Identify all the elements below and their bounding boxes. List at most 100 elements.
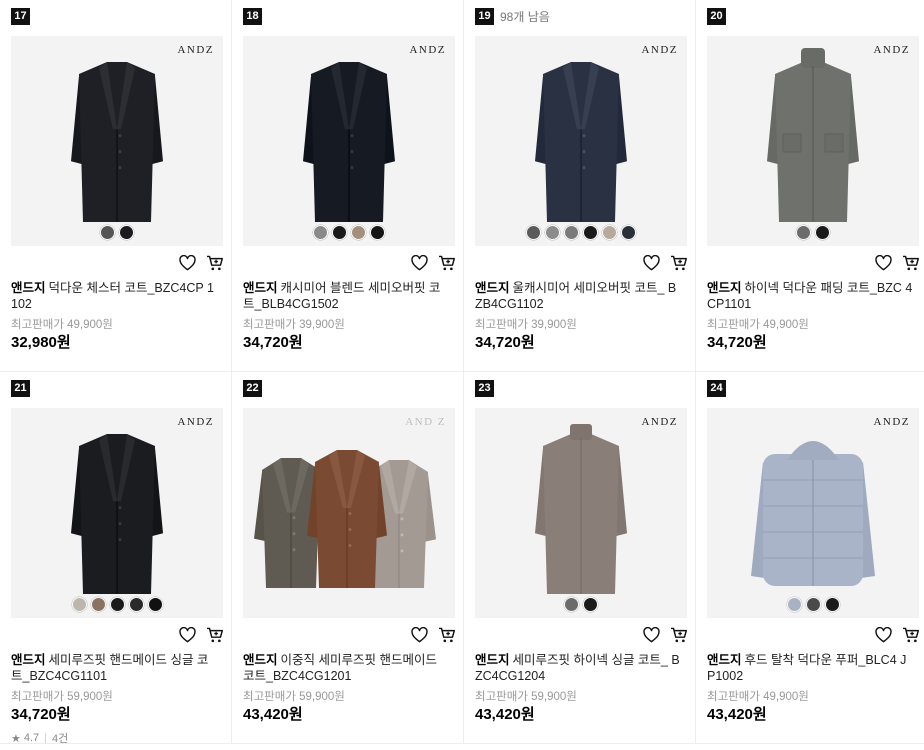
product-card[interactable]: 22 AND Z 앤드지 이중직 세미루즈핏 핸드메이드 코트_BZC4CG120… xyxy=(232,372,464,744)
rating-divider: | xyxy=(44,732,48,744)
color-swatch[interactable] xyxy=(332,225,347,240)
product-card[interactable]: 21 ANDZ 앤드지 세미루즈핏 핸드메이드 싱글 코트_BZC4CG1101 … xyxy=(0,372,232,746)
color-swatch[interactable] xyxy=(147,597,163,612)
color-swatch[interactable] xyxy=(583,225,598,240)
card-actions xyxy=(875,255,920,271)
heart-icon[interactable] xyxy=(411,255,428,271)
color-swatch[interactable] xyxy=(526,225,541,240)
original-price: 최고판매가 49,900원 xyxy=(707,691,809,703)
product-title[interactable]: 앤드지 후드 탈착 덕다운 푸퍼_BLC4 JP1002 xyxy=(707,652,913,684)
color-swatch[interactable] xyxy=(119,225,134,240)
product-title[interactable]: 앤드지 세미루즈핏 핸드메이드 싱글 코트_BZC4CG1101 xyxy=(11,652,217,684)
color-swatch[interactable] xyxy=(583,597,598,612)
heart-icon[interactable] xyxy=(875,255,892,271)
cart-icon[interactable] xyxy=(902,627,920,643)
coat-illustration xyxy=(71,434,163,594)
product-card[interactable]: 23 ANDZ 앤드지 세미루즈핏 하이넥 싱글 코트_ BZC4CG1204 최… xyxy=(464,372,696,744)
color-swatch[interactable] xyxy=(90,597,106,612)
product-card[interactable]: 24 ANDZ 앤드지 후드 탈착 덕다운 푸퍼_BLC4 JP1002 최고판매… xyxy=(696,372,924,744)
product-card[interactable]: 18 ANDZ 앤드지 캐시미어 블렌드 세미오버핏 코트_BLB4CG1502 … xyxy=(232,0,464,372)
color-swatch[interactable] xyxy=(100,225,115,240)
cart-icon[interactable] xyxy=(438,255,456,271)
product-image[interactable]: AND Z xyxy=(243,408,455,618)
cart-icon[interactable] xyxy=(670,627,688,643)
product-card[interactable]: 19 98개 남음 ANDZ 앤드지 울캐시미어 세미오버핏 코트_ BZB4CG… xyxy=(464,0,696,372)
heart-icon[interactable] xyxy=(643,627,660,643)
color-swatch[interactable] xyxy=(564,597,579,612)
color-swatches xyxy=(707,225,919,240)
color-swatch[interactable] xyxy=(815,225,830,240)
color-swatch[interactable] xyxy=(71,597,87,612)
coat-illustration xyxy=(767,48,859,222)
color-swatch[interactable] xyxy=(351,225,366,240)
sale-price: 32,980원 xyxy=(11,334,71,351)
color-swatch[interactable] xyxy=(564,225,579,240)
product-image[interactable]: ANDZ xyxy=(707,36,919,246)
rating: ★ 4.7 | 4건 xyxy=(11,730,68,746)
cart-icon[interactable] xyxy=(206,627,224,643)
rank-row: 17 xyxy=(11,7,30,25)
product-title[interactable]: 앤드지 덕다운 체스터 코트_BZC4CP 1102 xyxy=(11,280,217,312)
brand-name: 앤드지 xyxy=(707,653,742,667)
color-swatch[interactable] xyxy=(786,597,802,612)
product-image[interactable]: ANDZ xyxy=(475,36,687,246)
product-title[interactable]: 앤드지 세미루즈핏 하이넥 싱글 코트_ BZC4CG1204 xyxy=(475,652,681,684)
rank-row: 20 xyxy=(707,7,726,25)
heart-icon[interactable] xyxy=(643,255,660,271)
sale-price: 34,720원 xyxy=(243,334,303,351)
rank-row: 24 xyxy=(707,379,726,397)
card-actions xyxy=(179,627,224,643)
coat-illustration xyxy=(535,424,627,594)
product-card[interactable]: 17 ANDZ 앤드지 덕다운 체스터 코트_BZC4CP 1102 최고판매가 … xyxy=(0,0,232,372)
brand-logo: AND Z xyxy=(405,416,446,428)
heart-icon[interactable] xyxy=(179,255,196,271)
product-image[interactable]: ANDZ xyxy=(11,36,223,246)
product-image[interactable]: ANDZ xyxy=(707,408,919,618)
card-actions xyxy=(411,627,456,643)
cart-icon[interactable] xyxy=(902,255,920,271)
cart-icon[interactable] xyxy=(438,627,456,643)
brand-name: 앤드지 xyxy=(475,653,510,667)
product-image[interactable]: ANDZ xyxy=(11,408,223,618)
color-swatches xyxy=(707,597,919,612)
color-swatch[interactable] xyxy=(109,597,125,612)
rank-badge: 20 xyxy=(707,7,726,25)
color-swatch[interactable] xyxy=(621,225,636,240)
rank-row: 19 98개 남음 xyxy=(475,7,550,25)
original-price: 최고판매가 59,900원 xyxy=(11,691,113,703)
color-swatch[interactable] xyxy=(796,225,811,240)
product-image[interactable]: ANDZ xyxy=(243,36,455,246)
cart-icon[interactable] xyxy=(206,255,224,271)
sale-price: 34,720원 xyxy=(475,334,535,351)
rank-badge: 17 xyxy=(11,7,30,25)
color-swatch[interactable] xyxy=(824,597,840,612)
color-swatch[interactable] xyxy=(545,225,560,240)
card-actions xyxy=(179,255,224,271)
coat-illustration xyxy=(303,62,395,222)
color-swatch[interactable] xyxy=(370,225,385,240)
product-title[interactable]: 앤드지 이중직 세미루즈핏 핸드메이드 코트_BZC4CG1201 xyxy=(243,652,449,684)
color-swatch[interactable] xyxy=(128,597,144,612)
rank-row: 23 xyxy=(475,379,494,397)
product-title[interactable]: 앤드지 캐시미어 블렌드 세미오버핏 코트_BLB4CG1502 xyxy=(243,280,449,312)
brand-name: 앤드지 xyxy=(707,281,742,295)
original-price: 최고판매가 39,900원 xyxy=(243,319,345,331)
color-swatch[interactable] xyxy=(602,225,617,240)
product-title[interactable]: 앤드지 울캐시미어 세미오버핏 코트_ BZB4CG1102 xyxy=(475,280,681,312)
rank-badge: 22 xyxy=(243,379,262,397)
heart-icon[interactable] xyxy=(411,627,428,643)
star-icon: ★ xyxy=(11,732,21,745)
cart-icon[interactable] xyxy=(670,255,688,271)
product-card[interactable]: 20 ANDZ 앤드지 하이넥 덕다운 패딩 코트_BZC 4CP1101 최고판… xyxy=(696,0,924,372)
color-swatch[interactable] xyxy=(313,225,328,240)
color-swatch[interactable] xyxy=(805,597,821,612)
brand-name: 앤드지 xyxy=(475,281,510,295)
coat-illustration xyxy=(751,441,875,586)
product-title[interactable]: 앤드지 하이넥 덕다운 패딩 코트_BZC 4CP1101 xyxy=(707,280,913,312)
brand-logo: ANDZ xyxy=(409,44,446,56)
heart-icon[interactable] xyxy=(875,627,892,643)
brand-logo: ANDZ xyxy=(641,44,678,56)
product-image[interactable]: ANDZ xyxy=(475,408,687,618)
heart-icon[interactable] xyxy=(179,627,196,643)
rank-badge: 24 xyxy=(707,379,726,397)
